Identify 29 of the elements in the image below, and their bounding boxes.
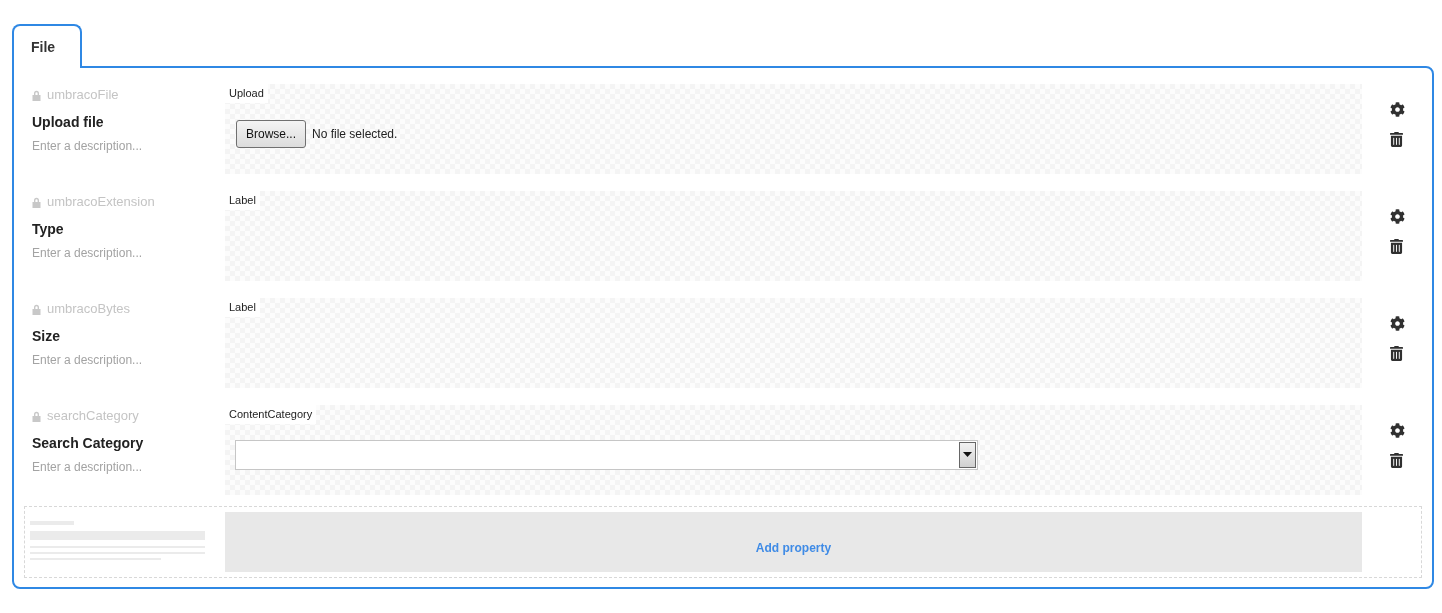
property-name: Type	[32, 220, 64, 238]
editor-label: ContentCategory	[225, 405, 317, 424]
settings-icon[interactable]	[1390, 423, 1405, 438]
property-alias: searchCategory	[47, 407, 139, 426]
property-name: Upload file	[32, 113, 104, 131]
browse-button[interactable]: Browse...	[236, 120, 306, 148]
trash-icon[interactable]	[1390, 239, 1403, 254]
settings-icon[interactable]	[1390, 102, 1405, 117]
trash-icon[interactable]	[1390, 453, 1403, 468]
settings-icon[interactable]	[1390, 209, 1405, 224]
dropdown-field[interactable]	[235, 440, 978, 470]
tab[interactable]: File	[12, 24, 82, 68]
settings-icon[interactable]	[1390, 316, 1405, 331]
caret-icon	[959, 442, 976, 468]
property-name: Search Category	[32, 434, 144, 452]
description-field[interactable]: Enter a description...	[32, 351, 212, 369]
description-field[interactable]: Enter a description...	[32, 244, 212, 262]
editor-label: Upload	[225, 84, 268, 103]
file-status-text: No file selected.	[312, 126, 398, 143]
editor-label: Label	[225, 298, 260, 317]
property-alias: umbracoBytes	[47, 300, 131, 319]
property-alias: umbracoExtension	[47, 193, 155, 212]
description-field[interactable]: Enter a description...	[32, 458, 212, 476]
editor-label: Label	[225, 191, 260, 210]
property-name: Size	[32, 327, 60, 345]
trash-icon[interactable]	[1390, 346, 1403, 361]
trash-icon[interactable]	[1390, 132, 1403, 147]
description-field[interactable]: Enter a description...	[32, 137, 212, 155]
property-alias: umbracoFile	[47, 86, 119, 105]
